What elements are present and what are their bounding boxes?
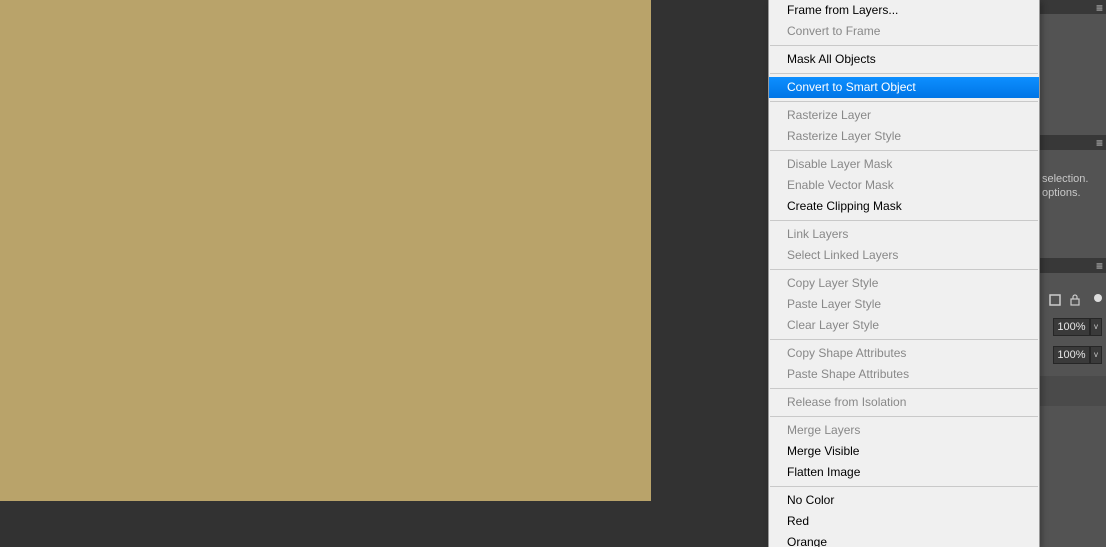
fill-value[interactable]: 100% — [1053, 346, 1090, 364]
menu-item: Enable Vector Mask — [769, 175, 1039, 196]
menu-separator — [770, 101, 1038, 102]
right-panel: ≡ ≡ selection. options. ≡ 100% v 100% v — [1040, 0, 1106, 547]
lock-icon[interactable] — [1068, 293, 1082, 307]
menu-item[interactable]: Frame from Layers... — [769, 0, 1039, 21]
context-menu: Frame from Layers...Convert to Frame Mask… — [768, 0, 1040, 547]
menu-item[interactable]: Flatten Image — [769, 462, 1039, 483]
menu-separator — [770, 486, 1038, 487]
layer-row[interactable] — [1040, 376, 1106, 406]
menu-item[interactable]: Mask All Objects — [769, 49, 1039, 70]
menu-item: Release from Isolation — [769, 392, 1039, 413]
menu-item: Copy Shape Attributes — [769, 343, 1039, 364]
menu-separator — [770, 220, 1038, 221]
menu-item: Link Layers — [769, 224, 1039, 245]
menu-item[interactable]: Merge Visible — [769, 441, 1039, 462]
menu-item: Merge Layers — [769, 420, 1039, 441]
canvas[interactable] — [0, 0, 651, 501]
menu-item[interactable]: Orange — [769, 532, 1039, 547]
hint-text-2: options. — [1042, 187, 1081, 199]
menu-item[interactable]: No Color — [769, 490, 1039, 511]
opacity-dropdown[interactable]: v — [1090, 318, 1102, 336]
menu-item: Disable Layer Mask — [769, 154, 1039, 175]
menu-separator — [770, 388, 1038, 389]
menu-item: Paste Shape Attributes — [769, 364, 1039, 385]
menu-separator — [770, 45, 1038, 46]
panel-menu-icon-2[interactable]: ≡ — [1096, 136, 1106, 150]
menu-separator — [770, 269, 1038, 270]
dot-icon[interactable] — [1092, 292, 1106, 306]
panel-menu-icon[interactable]: ≡ — [1096, 1, 1106, 15]
menu-separator — [770, 150, 1038, 151]
menu-item: Select Linked Layers — [769, 245, 1039, 266]
menu-separator — [770, 73, 1038, 74]
menu-item: Rasterize Layer — [769, 105, 1039, 126]
panel-menu-icon-3[interactable]: ≡ — [1096, 259, 1106, 273]
menu-item: Rasterize Layer Style — [769, 126, 1039, 147]
menu-separator — [770, 416, 1038, 417]
menu-item: Copy Layer Style — [769, 273, 1039, 294]
artboard-icon[interactable] — [1048, 293, 1062, 307]
opacity-value[interactable]: 100% — [1053, 318, 1090, 336]
menu-item: Convert to Frame — [769, 21, 1039, 42]
menu-separator — [770, 339, 1038, 340]
menu-item: Paste Layer Style — [769, 294, 1039, 315]
menu-item[interactable]: Create Clipping Mask — [769, 196, 1039, 217]
menu-item[interactable]: Red — [769, 511, 1039, 532]
menu-item[interactable]: Convert to Smart Object — [769, 77, 1039, 98]
menu-item: Clear Layer Style — [769, 315, 1039, 336]
fill-dropdown[interactable]: v — [1090, 346, 1102, 364]
hint-text-1: selection. — [1042, 173, 1088, 185]
